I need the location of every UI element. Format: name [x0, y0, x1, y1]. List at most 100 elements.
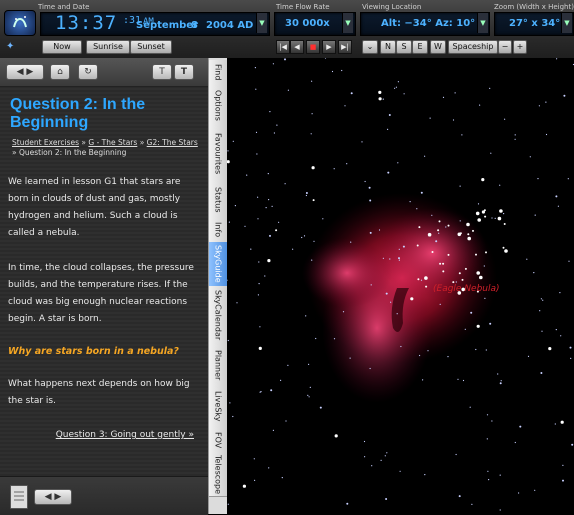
tab-skyguide[interactable]: SkyGuide: [209, 242, 227, 287]
forward-step-icon[interactable]: ▶|: [338, 40, 352, 54]
document-icon[interactable]: [10, 485, 28, 509]
text-smaller-icon[interactable]: T: [152, 64, 172, 80]
tab-status[interactable]: Status: [209, 182, 227, 219]
tab-favourites[interactable]: Favourites: [209, 126, 227, 183]
tab-label: SkyGuide: [213, 245, 223, 283]
star: [307, 394, 309, 396]
cluster-star: [459, 232, 462, 235]
cluster-star: [447, 224, 450, 227]
tab-label: Telescope: [213, 455, 223, 495]
star: [287, 89, 289, 91]
next-question-link[interactable]: Question 3: Going out gently »: [56, 430, 194, 440]
panel-bottom-bar: ◀ ▶: [0, 476, 208, 515]
question-highlight-link[interactable]: Why are stars born in a nebula?: [8, 346, 200, 357]
tab-telescope[interactable]: Telescope: [209, 454, 227, 497]
star: [227, 160, 230, 164]
star: [491, 217, 493, 219]
star: [560, 335, 562, 337]
star: [562, 479, 564, 482]
refresh-icon[interactable]: ↻: [78, 64, 98, 80]
tab-livesky[interactable]: LiveSky: [209, 386, 227, 427]
zoom-dropdown[interactable]: ▼: [561, 13, 572, 33]
tab-fov[interactable]: FOV: [209, 426, 227, 455]
star: [284, 58, 286, 61]
sunset-button[interactable]: Sunset: [130, 40, 172, 54]
cluster-star: [497, 216, 502, 221]
tab-find[interactable]: Find: [209, 60, 227, 85]
star: [257, 294, 259, 296]
page-back-forward-icon[interactable]: ◀ ▶: [34, 489, 72, 505]
star: [457, 378, 459, 380]
time-flow-dropdown[interactable]: ▼: [342, 13, 353, 33]
back-forward-arrows-icon[interactable]: ◀ ▶: [6, 64, 44, 80]
text-larger-icon[interactable]: T: [174, 64, 194, 80]
time-date-display[interactable]: 13:37 :31 AM September 8 2004 AD: [40, 12, 270, 36]
tab-options[interactable]: Options: [209, 84, 227, 127]
star: [483, 265, 485, 267]
pin-icon[interactable]: ✦: [6, 41, 18, 53]
home-icon[interactable]: ⌂: [50, 64, 70, 80]
star: [227, 150, 229, 152]
star: [489, 322, 492, 325]
breadcrumb-g2[interactable]: G2: The Stars: [147, 138, 198, 147]
tab-info[interactable]: Info: [209, 218, 227, 243]
now-button[interactable]: Now: [42, 40, 82, 54]
star: [499, 509, 501, 511]
west-button[interactable]: W: [430, 40, 446, 54]
star: [455, 453, 457, 456]
east-button[interactable]: E: [412, 40, 428, 54]
spaceship-button[interactable]: Spaceship: [448, 40, 498, 54]
starry-night-logo-icon[interactable]: [4, 10, 36, 36]
time-date-dropdown[interactable]: ▼: [256, 13, 267, 33]
star: [387, 128, 389, 130]
north-button[interactable]: N: [380, 40, 396, 54]
tab-label: Find: [213, 63, 223, 81]
viewing-location-dropdown[interactable]: ▼: [477, 13, 488, 33]
star: [455, 281, 457, 283]
star: [253, 458, 255, 460]
star: [350, 241, 352, 243]
star: [419, 354, 421, 357]
star: [529, 156, 531, 158]
time-flow-value: 30 000x: [285, 18, 330, 29]
rewind-step-icon[interactable]: |◀: [276, 40, 290, 54]
stop-icon[interactable]: ■: [306, 40, 320, 54]
south-button[interactable]: S: [396, 40, 412, 54]
tab-skycalendar[interactable]: SkyCalendar: [209, 286, 227, 345]
tab-planner[interactable]: Planner: [209, 344, 227, 387]
zoom-out-button[interactable]: −: [498, 40, 512, 54]
eagle-nebula-label[interactable]: (Eagle Nebula): [433, 284, 500, 294]
star: [378, 229, 381, 231]
star: [396, 313, 398, 315]
breadcrumb-the-stars[interactable]: G - The Stars: [88, 138, 137, 147]
rewind-icon[interactable]: ◀: [290, 40, 304, 54]
star: [545, 133, 548, 136]
star: [311, 166, 315, 170]
breadcrumb-student-exercises[interactable]: Student Exercises: [12, 138, 79, 147]
star: [439, 303, 441, 305]
star: [526, 258, 528, 260]
time-date-label: Time and Date: [38, 3, 90, 11]
paragraph-intro: We learned in lesson G1 that stars are b…: [8, 177, 181, 238]
star: [562, 464, 564, 466]
cluster-star: [417, 278, 420, 281]
viewing-location-display[interactable]: Alt: −34° Az: 10°: [360, 12, 490, 36]
star: [255, 88, 257, 90]
cluster-star: [503, 223, 506, 225]
paragraph-collapse: In time, the cloud collapses, the pressu…: [8, 263, 194, 324]
star: [311, 113, 313, 115]
sunrise-button[interactable]: Sunrise: [86, 40, 130, 54]
star: [570, 357, 572, 359]
star: [319, 406, 322, 409]
star: [364, 180, 366, 183]
cluster-star: [418, 226, 421, 229]
sky-view[interactable]: (Eagle Nebula): [227, 58, 574, 514]
zoom-in-button[interactable]: +: [513, 40, 527, 54]
star: [384, 455, 386, 457]
star: [500, 380, 502, 382]
star: [542, 299, 544, 301]
guide-content: Question 2: In the Beginning Student Exe…: [0, 88, 208, 468]
play-icon[interactable]: ▶: [322, 40, 336, 54]
star: [350, 92, 353, 95]
view-menu-chevron-icon[interactable]: ⌄: [362, 40, 378, 54]
